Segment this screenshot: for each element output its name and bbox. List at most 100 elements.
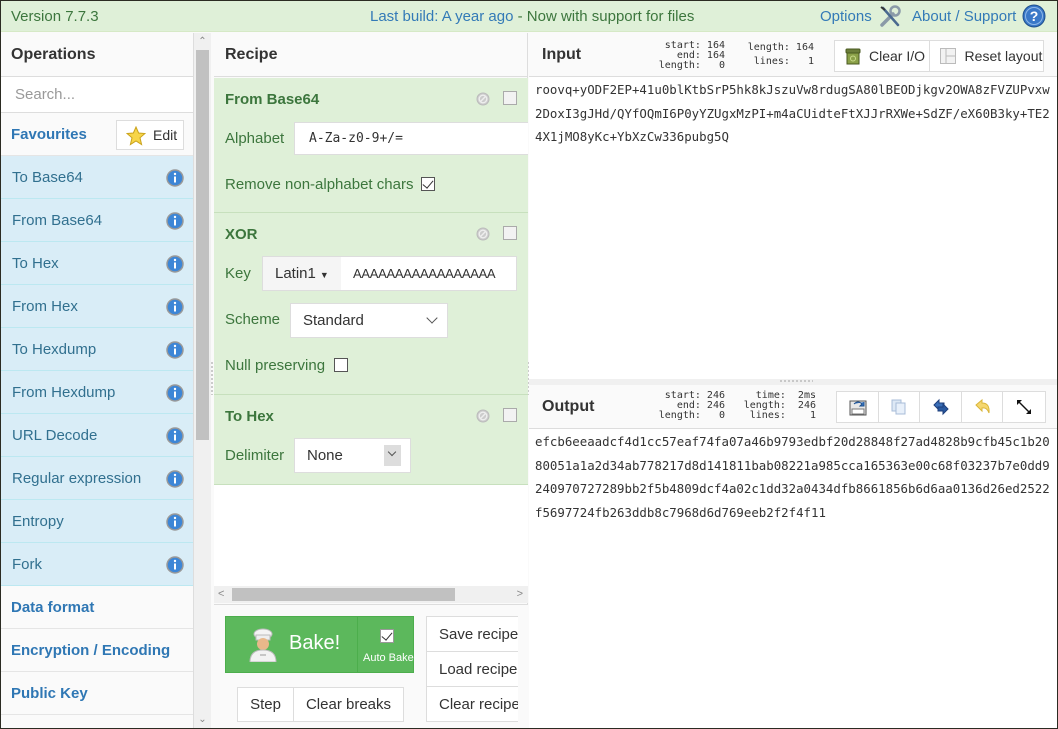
operation-url-decode[interactable]: URL Decode [1,414,193,457]
null-preserving-checkbox[interactable] [334,358,348,372]
search-input[interactable] [1,77,193,112]
scrollbar-thumb[interactable] [232,588,455,601]
about-support-link[interactable]: About / Support [912,8,1016,25]
auto-bake-checkbox[interactable] [380,629,394,643]
delimiter-label: Delimiter [225,447,285,464]
delimiter-select[interactable]: None [294,438,411,473]
options-link[interactable]: Options [820,8,872,25]
notice-text: - Now with support for files [513,8,695,25]
recipe-list: From Base64 Alphabet A-Za-z0-9+/= Remove… [214,78,528,586]
last-build-link[interactable]: Last build: A year ago [370,8,513,25]
save-recipe-button[interactable]: Save recipe [426,616,518,652]
load-recipe-button[interactable]: Load recipe [426,651,518,687]
recipe-op-from-base64[interactable]: From Base64 Alphabet A-Za-z0-9+/= Remove… [214,78,528,213]
undo-button[interactable] [962,392,1004,422]
info-icon[interactable] [166,427,184,445]
bake-button[interactable]: Bake! Auto Bake [225,616,414,673]
recipe-op-to-hex[interactable]: To Hex Delimiter None [214,395,528,485]
operation-label: From Hex [12,298,78,315]
scroll-left-arrow-icon[interactable]: < [218,588,224,600]
key-encoding-dropdown[interactable]: Latin1 ▼ [263,257,341,290]
breakpoint-checkbox[interactable] [503,91,517,105]
clear-io-button[interactable]: Clear I/O [835,41,930,71]
operation-from-hexdump[interactable]: From Hexdump [1,371,193,414]
help-circle-icon[interactable]: ? [1022,4,1046,28]
output-selection-stats: start: 246 end: 246 length: 0 [658,390,725,421]
remove-non-alphabet-checkbox[interactable] [421,177,435,191]
chevron-down-icon [387,447,397,457]
operation-fork[interactable]: Fork [1,543,193,586]
info-icon[interactable] [166,470,184,488]
output-textarea[interactable]: efcb6eeaadcf4d1cc57eaf74fa07a46b9793edbf… [535,430,1053,725]
input-toolbar: Clear I/O Reset layout [834,40,1044,72]
info-icon[interactable] [166,169,184,187]
maximise-output-button[interactable] [1003,392,1045,422]
select-button[interactable] [384,445,401,466]
edit-favourites-button[interactable]: Edit [116,120,184,150]
disable-icon[interactable] [476,227,490,241]
remove-non-alphabet-label: Remove non-alphabet chars [225,176,414,193]
resize-handle-left[interactable] [210,361,214,395]
disable-icon[interactable] [476,409,490,423]
recipe-horizontal-scrollbar[interactable]: < > [214,586,528,603]
copy-icon [891,399,906,415]
category-label: Encryption / Encoding [11,642,171,659]
info-icon[interactable] [166,384,184,402]
operation-label: Entropy [12,513,64,530]
category-encryption-encoding[interactable]: Encryption / Encoding [1,629,193,672]
operation-label: To Hexdump [12,341,97,358]
clear-breaks-button[interactable]: Clear breaks [293,687,404,722]
category-public-key[interactable]: Public Key [1,672,193,715]
swap-io-icon [933,398,949,416]
alphabet-input[interactable]: A-Za-z0-9+/= [294,122,528,155]
info-icon[interactable] [166,556,184,574]
output-length-stats: time: 2ms length: 246 lines: 1 [743,390,816,421]
info-icon[interactable] [166,298,184,316]
recipe-op-xor[interactable]: XOR Key Latin1 ▼ AAAAAAAAAAAAAAAAA Scheme… [214,213,528,395]
operation-from-base64[interactable]: From Base64 [1,199,193,242]
alphabet-label: Alphabet [225,130,285,147]
breakpoint-checkbox[interactable] [503,226,517,240]
category-label: Data format [11,599,95,616]
resize-handle-io[interactable] [779,379,813,383]
step-button[interactable]: Step [237,687,294,722]
operation-entropy[interactable]: Entropy [1,500,193,543]
operation-to-hex[interactable]: To Hex [1,242,193,285]
key-encoding-value: Latin1 [275,265,316,282]
operations-scrollbar[interactable]: ⌃ ⌄ [194,33,211,728]
wrench-screwdriver-icon[interactable] [878,4,903,29]
swap-io-button[interactable] [920,392,962,422]
key-input[interactable]: AAAAAAAAAAAAAAAAA [353,266,515,281]
scrollbar-thumb[interactable] [196,50,209,440]
input-title: Input [542,46,582,63]
operation-from-hex[interactable]: From Hex [1,285,193,328]
breakpoint-checkbox[interactable] [503,408,517,422]
save-to-file-button[interactable] [837,392,879,422]
category-data-format[interactable]: Data format [1,586,193,629]
key-field: Latin1 ▼ AAAAAAAAAAAAAAAAA [262,256,517,291]
operation-to-hexdump[interactable]: To Hexdump [1,328,193,371]
operation-to-base64[interactable]: To Base64 [1,156,193,199]
disable-icon[interactable] [476,92,490,106]
scheme-select[interactable]: Standard [290,303,448,338]
scroll-right-arrow-icon[interactable]: > [517,588,523,600]
input-textarea[interactable]: roovq+yODF2EP+41u0blKtbSrP5hk8kJszuVw8rd… [535,78,1053,378]
info-icon[interactable] [166,513,184,531]
info-icon[interactable] [166,255,184,273]
auto-bake-toggle[interactable]: Auto Bake [357,616,415,673]
reset-layout-button[interactable]: Reset layout [930,41,1043,71]
clear-recipe-button[interactable]: Clear recipe [426,686,518,722]
operation-regular-expression[interactable]: Regular expression [1,457,193,500]
scroll-down-arrow-icon[interactable]: ⌄ [197,714,208,725]
scroll-up-arrow-icon[interactable]: ⌃ [197,36,208,47]
recipe-op-name: From Base64 [225,91,320,108]
copy-output-button[interactable] [879,392,921,422]
operation-label: From Base64 [12,212,103,229]
output-title: Output [542,398,595,415]
operation-label: To Base64 [12,169,83,186]
info-icon[interactable] [166,341,184,359]
maximise-icon [1017,400,1032,414]
info-icon[interactable] [166,212,184,230]
category-favourites[interactable]: Favourites Edit [1,113,193,156]
input-selection-stats: start: 164 end: 164 length: 0 [658,40,725,71]
